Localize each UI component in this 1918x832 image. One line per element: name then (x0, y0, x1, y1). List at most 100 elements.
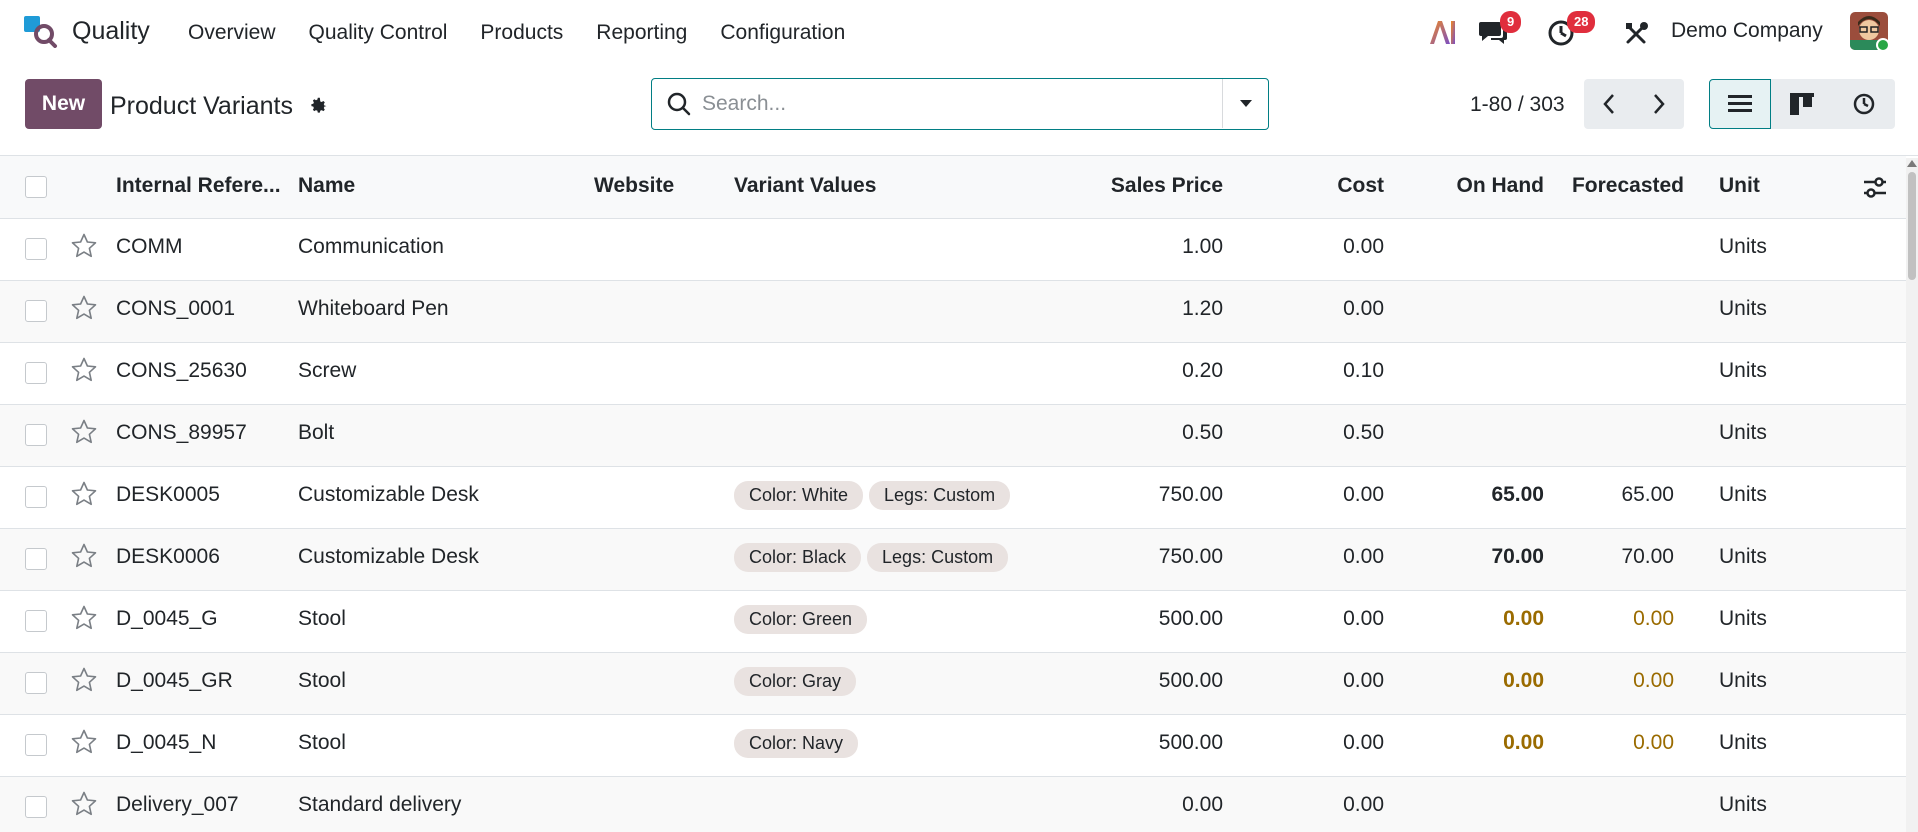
menu-configuration[interactable]: Configuration (720, 21, 845, 45)
cell-variant-values: Color: Navy (734, 729, 864, 758)
cell-sales-price: 500.00 (1158, 731, 1223, 754)
header-unit[interactable]: Unit (1719, 174, 1760, 198)
table-row[interactable]: D_0045_GR Stool Color: Gray 500.00 0.00 0.00 0… (0, 653, 1906, 715)
menu-overview[interactable]: Overview (188, 21, 276, 45)
menu-products[interactable]: Products (480, 21, 563, 45)
favorite-star-icon[interactable] (70, 604, 98, 632)
activities-badge: 28 (1567, 11, 1596, 33)
row-checkbox[interactable] (25, 796, 47, 818)
header-website[interactable]: Website (594, 174, 674, 198)
row-checkbox[interactable] (25, 362, 47, 384)
table-row[interactable]: DESK0006 Customizable Desk Color: Black Leg… (0, 529, 1906, 591)
cell-cost: 0.00 (1343, 545, 1384, 568)
cell-name: Screw (298, 359, 357, 382)
cell-name: Stool (298, 607, 346, 630)
cell-unit: Units (1719, 297, 1767, 320)
favorite-star-icon[interactable] (70, 728, 98, 756)
table-row[interactable]: CONS_0001 Whiteboard Pen 1.20 0.00 Units (0, 281, 1906, 343)
quality-app-icon[interactable] (22, 14, 58, 48)
table-row[interactable]: COMM Communication 1.00 0.00 Units (0, 219, 1906, 281)
menu-reporting[interactable]: Reporting (596, 21, 687, 45)
favorite-star-icon[interactable] (70, 666, 98, 694)
clock-icon (1853, 93, 1875, 115)
header-forecasted[interactable]: Forecasted (1572, 174, 1684, 198)
header-on-hand[interactable]: On Hand (1457, 174, 1545, 198)
cell-sales-price: 500.00 (1158, 669, 1223, 692)
activity-view-button[interactable] (1833, 79, 1895, 129)
cell-forecasted: 0.00 (1633, 669, 1674, 692)
row-checkbox[interactable] (25, 486, 47, 508)
cell-name: Whiteboard Pen (298, 297, 449, 320)
ai-icon[interactable] (1428, 18, 1458, 46)
cell-internal-reference: D_0045_N (116, 731, 217, 754)
cell-internal-reference: DESK0005 (116, 483, 220, 506)
table-header: Internal Refere... Name Website Variant … (0, 156, 1906, 219)
row-checkbox[interactable] (25, 238, 47, 260)
table-row[interactable]: Delivery_007 Standard delivery 0.00 0.00 Uni… (0, 777, 1906, 832)
header-internal-reference[interactable]: Internal Refere... (116, 174, 281, 198)
favorite-star-icon[interactable] (70, 418, 98, 446)
row-checkbox[interactable] (25, 300, 47, 322)
favorite-star-icon[interactable] (70, 480, 98, 508)
header-sales-price[interactable]: Sales Price (1111, 174, 1223, 198)
cell-unit: Units (1719, 731, 1767, 754)
cell-cost: 0.00 (1343, 483, 1384, 506)
scroll-up-arrow[interactable] (1907, 160, 1917, 167)
favorite-star-icon[interactable] (70, 294, 98, 322)
pager-next-button[interactable] (1634, 79, 1684, 129)
cell-on-hand: 0.00 (1503, 607, 1544, 630)
list-view-button[interactable] (1709, 79, 1771, 129)
search-input[interactable] (702, 87, 1202, 121)
cell-unit: Units (1719, 607, 1767, 630)
table-row[interactable]: CONS_25630 Screw 0.20 0.10 Units (0, 343, 1906, 405)
pager-value[interactable]: 1-80 / 303 (1470, 93, 1565, 117)
vertical-scrollbar[interactable] (1906, 158, 1918, 832)
table-row[interactable]: D_0045_G Stool Color: Green 500.00 0.00 0.00 0… (0, 591, 1906, 653)
cell-cost: 0.00 (1343, 607, 1384, 630)
cell-sales-price: 1.00 (1182, 235, 1223, 258)
cell-sales-price: 0.00 (1182, 793, 1223, 816)
variant-value-tag: Legs: Custom (867, 543, 1009, 572)
cell-internal-reference: COMM (116, 235, 183, 258)
table-row[interactable]: CONS_89957 Bolt 0.50 0.50 Units (0, 405, 1906, 467)
row-checkbox[interactable] (25, 424, 47, 446)
column-settings-icon[interactable] (1862, 175, 1888, 201)
variant-value-tag: Color: Navy (734, 729, 859, 758)
debug-tools-icon[interactable] (1624, 20, 1650, 46)
app-name[interactable]: Quality (72, 17, 150, 46)
cell-unit: Units (1719, 483, 1767, 506)
variant-value-tag: Color: Black (734, 543, 862, 572)
header-variant-values[interactable]: Variant Values (734, 174, 876, 198)
table-row[interactable]: D_0045_N Stool Color: Navy 500.00 0.00 0.00 0.… (0, 715, 1906, 777)
row-checkbox[interactable] (25, 734, 47, 756)
select-all-checkbox[interactable] (25, 176, 47, 198)
cell-internal-reference: D_0045_GR (116, 669, 233, 692)
header-name[interactable]: Name (298, 174, 355, 198)
kanban-view-button[interactable] (1771, 79, 1833, 129)
row-checkbox[interactable] (25, 610, 47, 632)
favorite-star-icon[interactable] (70, 542, 98, 570)
row-checkbox[interactable] (25, 548, 47, 570)
row-checkbox[interactable] (25, 672, 47, 694)
header-cost[interactable]: Cost (1337, 174, 1384, 198)
menu-quality-control[interactable]: Quality Control (309, 21, 448, 45)
page-title[interactable]: Product Variants (110, 92, 293, 121)
cell-sales-price: 1.20 (1182, 297, 1223, 320)
gear-icon[interactable] (307, 95, 329, 117)
favorite-star-icon[interactable] (70, 232, 98, 260)
favorite-star-icon[interactable] (70, 356, 98, 384)
cell-on-hand: 0.00 (1503, 731, 1544, 754)
favorite-star-icon[interactable] (70, 790, 98, 818)
cell-internal-reference: CONS_0001 (116, 297, 236, 320)
cell-sales-price: 0.50 (1182, 421, 1223, 444)
pager-previous-button[interactable] (1584, 79, 1634, 129)
company-switcher[interactable]: Demo Company (1671, 19, 1823, 43)
variant-value-tag: Color: White (734, 481, 864, 510)
new-button[interactable]: New (25, 79, 102, 129)
search-bar (651, 78, 1269, 130)
scrollbar-thumb[interactable] (1908, 172, 1916, 280)
table-row[interactable]: DESK0005 Customizable Desk Color: White Leg… (0, 467, 1906, 529)
cell-name: Stool (298, 731, 346, 754)
cell-forecasted: 0.00 (1633, 731, 1674, 754)
search-options-toggle[interactable] (1222, 79, 1268, 128)
